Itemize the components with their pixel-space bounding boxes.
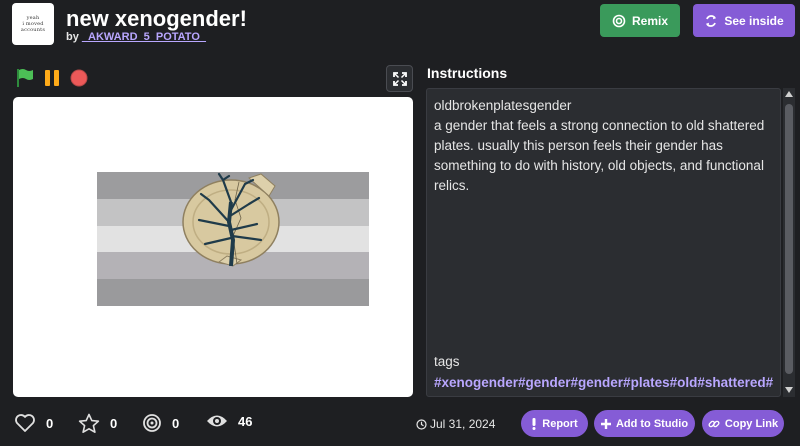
report-label: Report [542,417,578,430]
copy-link-button[interactable]: Copy Link [702,410,784,437]
share-date: Jul 31, 2024 [416,417,495,431]
report-button[interactable]: Report [521,410,588,437]
see-inside-icon [706,14,717,27]
instructions-scrollbar[interactable] [783,88,795,397]
fullscreen-icon [392,71,407,86]
stop-icon[interactable] [70,69,88,87]
remix-label: Remix [631,13,669,28]
instructions-description: a gender that feels a strong connection … [434,118,765,193]
tags-links[interactable]: #xenogender#gender#gender#plates#old#sha… [434,375,773,390]
star-icon [78,413,100,433]
fullscreen-button[interactable] [386,65,413,92]
exclamation-icon [532,417,536,430]
scrollbar-thumb[interactable] [785,104,793,374]
remix-count: 0 [172,415,180,431]
remix-button[interactable]: Remix [600,4,680,37]
add-to-studio-label: Add to Studio [615,417,689,430]
byline: by _AKWARD_5_POTATO_ [66,31,206,43]
eye-icon [207,415,227,427]
favorite-count: 0 [110,416,118,431]
scroll-down-icon[interactable] [785,387,793,393]
love-stat[interactable]: 0 [14,413,53,433]
project-stage[interactable] [13,97,413,397]
plus-icon [600,418,611,429]
remix-count-icon [143,414,161,432]
broken-plate-icon [182,172,280,267]
remix-stat: 0 [142,413,179,433]
project-title: new xenogender! [66,6,247,31]
clock-icon [416,418,427,430]
scroll-up-icon[interactable] [785,91,793,97]
byline-prefix: by [66,31,79,43]
green-flag-icon[interactable] [16,68,34,88]
flag-stripe [97,279,369,306]
tags-label: tags [434,354,460,369]
heart-icon [15,414,35,432]
favorite-stat[interactable]: 0 [78,413,117,434]
link-icon [708,420,720,427]
pause-icon[interactable] [43,69,61,87]
date-text: Jul 31, 2024 [430,417,496,431]
add-to-studio-button[interactable]: Add to Studio [594,410,695,437]
love-count: 0 [46,415,54,431]
instructions-gender-name: oldbrokenplatesgender [434,98,572,113]
thumbnail-line-3: accounts [20,27,46,33]
project-thumbnail[interactable]: yeah i moved accounts [12,3,54,45]
author-link[interactable]: _AKWARD_5_POTATO_ [82,31,206,43]
view-count: 46 [238,413,253,429]
remix-icon [612,14,626,27]
see-inside-label: See inside [724,13,784,28]
views-stat: 46 [206,413,252,429]
see-inside-button[interactable]: See inside [693,4,795,37]
instructions-heading: Instructions [427,65,508,81]
instructions-text: oldbrokenplatesgender a gender that feel… [434,96,769,196]
pride-flag-artwork [97,172,369,306]
copy-link-label: Copy Link [724,417,779,430]
